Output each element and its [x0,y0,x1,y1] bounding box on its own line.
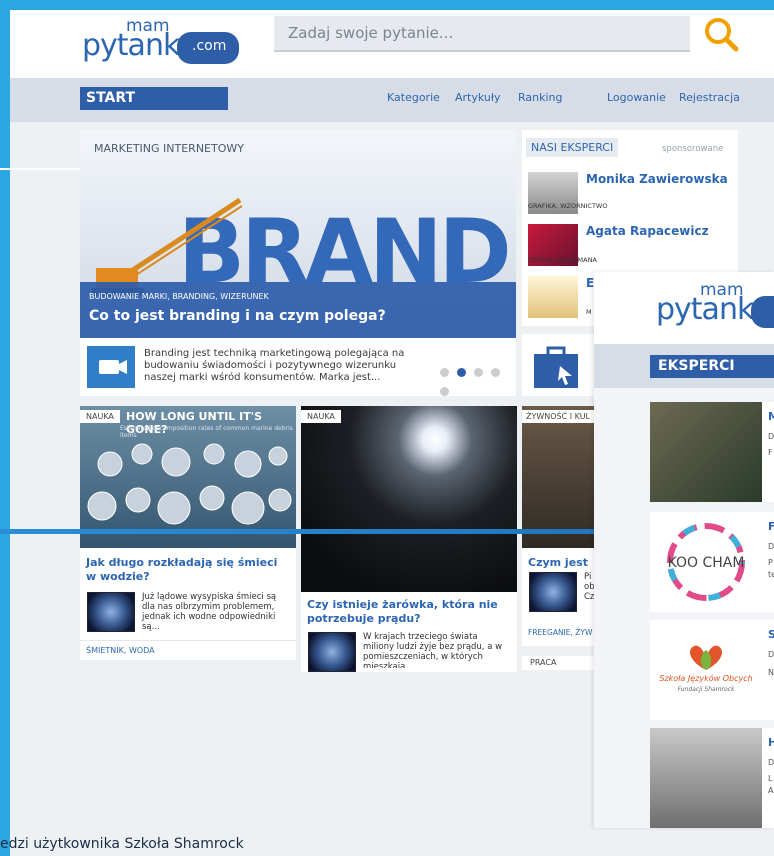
experts-overlay-screenshot: mam pytank EKSPERCI M D F KOO CHAM F D P… [594,272,774,828]
article-card[interactable]: PRACA [522,656,604,670]
shamrock-logo-sub: Fundacji Shamrock [677,686,735,693]
nav-bar: START Kategorie Artykuły Ranking Logowan… [10,78,774,122]
expert-line: D [768,432,774,441]
sponsored-label: sponsorowane [662,144,724,154]
overlay-header: mam pytank [594,272,774,344]
overlay-expert-row[interactable]: M D F [650,402,774,502]
brain-thumbnail [87,592,135,632]
card-footer-tags[interactable]: FREEGANIE, ŻYW [528,628,592,637]
overlay-section-title[interactable]: EKSPERCI [650,355,774,378]
search-button[interactable] [702,16,742,56]
hero-title[interactable]: Co to jest branding i na czym polega? [89,308,386,324]
food-image [522,406,604,548]
bottom-caption: edzi użytkownika Szkoła Shamrock [0,836,244,852]
brain-thumbnail [308,632,356,672]
shamrock-leaf-icon [690,645,722,670]
search-icon [705,18,739,52]
logo-pytank: pytank [82,28,180,63]
expert-name: H [768,736,774,749]
slider-dots [440,362,516,396]
expert-role: GRAFIKA, WZORNICTWO [528,202,608,210]
hero-article[interactable]: BRAND MARKETING INTERNETOWY BUDOWANIE MA… [80,130,516,396]
expert-line: L [768,774,773,783]
shamrock-logo-text: Szkoła Języków Obcych [659,674,753,683]
slider-dot-1[interactable] [440,368,449,377]
card-description: Już lądowe wysypiska śmieci są dla nas o… [142,592,277,633]
koocham-logo-mark: KOO CHAM [667,523,745,601]
card-tag: ŻYWNOŚĆ I KUL [522,410,595,423]
logo-com: .com [192,38,227,54]
briefcase-icon [534,346,578,388]
camera-icon [99,360,127,374]
search-box [274,16,690,52]
nav-kategorie[interactable]: Kategorie [387,91,440,104]
slider-dot-4[interactable] [491,368,501,377]
card-title[interactable]: Jak długo rozkładają się śmieci w wodzie… [86,556,290,584]
card-title[interactable]: Czy istnieje żarówka, która nie potrzebu… [307,598,511,626]
hero-thumb [87,346,135,388]
hero-description: Branding jest techniką marketingową pole… [144,348,405,383]
expert-photo [650,402,762,502]
expert-line: P [768,558,773,567]
experts-title: NASI EKSPERCI [526,138,619,157]
card-tag: PRACA [526,657,561,668]
card-tag: NAUKA [301,410,341,423]
logo-pytank: pytank [656,292,754,327]
lightbulb-image [301,406,517,592]
nav-artykuly[interactable]: Artykuły [455,91,501,104]
divider [80,640,296,641]
logo[interactable]: mam pytank .com [82,16,252,74]
expert-role: ZESPÓŁ ANGELMANA [528,256,597,264]
expert-photo [650,728,762,828]
overlay-logo[interactable]: mam pytank [656,280,774,338]
expert-line: D [768,650,774,659]
shamrock-logo: Szkoła Języków Obcych Fundacji Shamrock [650,620,762,720]
hero-tags: BUDOWANIE MARKI, BRANDING, WIZERUNEK [89,292,269,301]
slider-dot-2[interactable] [457,368,467,377]
expert-line: te [768,570,774,579]
article-card[interactable]: NAUKA Czy istnieje żarówka, która nie po… [301,406,517,672]
expert-line: N [768,668,774,677]
article-card[interactable]: ŻYWNOŚĆ I KUL Czym jest Fr Pi w ob Cz FR… [522,406,604,646]
hero-category: MARKETING INTERNETOWY [94,142,244,155]
expert-name: F [768,520,774,533]
slider-dot-5[interactable] [440,387,449,396]
expert-role: M [586,308,592,316]
expert-name: M [768,410,774,423]
infographic-image: HOW LONG UNTIL IT'S GONE? Estimated deco… [80,406,296,548]
card-footer-tags[interactable]: ŚMIETNIK, WODA [86,646,155,655]
overlay-expert-row[interactable]: KOO CHAM F D P te [650,512,774,612]
expert-line: F [768,448,773,457]
expert-name[interactable]: E [586,276,594,290]
top-bar: mam pytank .com [10,10,774,78]
expert-line: A [768,786,774,795]
nav-logowanie[interactable]: Logowanie [607,91,666,104]
expert-avatar[interactable] [528,276,578,318]
card-tag: NAUKA [80,410,120,423]
logo-bubble [751,296,774,328]
expert-name: S [768,628,774,641]
start-button[interactable]: START [80,87,228,110]
hero-caption: BUDOWANIE MARKI, BRANDING, WIZERUNEK Co … [80,282,516,338]
overlay-expert-row[interactable]: H D L A [650,728,774,828]
koocham-logo: KOO CHAM [650,512,762,612]
slider-dot-3[interactable] [474,368,484,377]
koocham-text: KOO CHAM [668,555,745,571]
expert-line: D [768,758,774,767]
card-description: W krajach trzeciego świata miliony ludzi… [363,632,503,668]
overlay-expert-row[interactable]: Szkoła Języków Obcych Fundacji Shamrock … [650,620,774,720]
nav-rejestracja[interactable]: Rejestracja [679,91,740,104]
search-input[interactable] [274,16,690,50]
expert-line: D [768,542,774,551]
brain-thumbnail [529,572,577,612]
expert-name[interactable]: Monika Zawierowska [586,172,728,186]
frame-line [0,168,80,170]
expert-name[interactable]: Agata Rapacewicz [586,224,709,238]
nav-ranking[interactable]: Ranking [518,91,563,104]
